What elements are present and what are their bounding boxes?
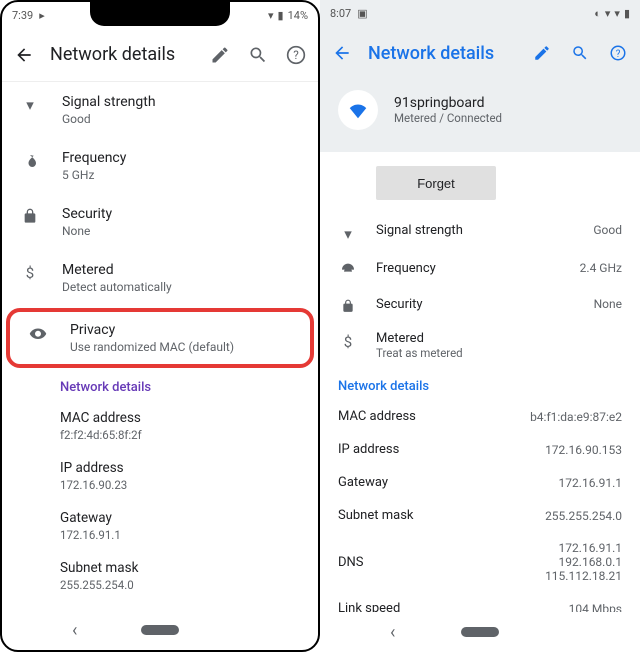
content-scroll[interactable]: ▾ Signal strengthGood Frequency5 GHz Sec…	[2, 82, 318, 610]
row-metered[interactable]: $ Metered Treat as metered	[320, 322, 640, 369]
status-time: 8:07	[330, 7, 351, 20]
row-gateway[interactable]: Gateway172.16.91.1	[2, 501, 318, 551]
network-banner: 91springboard Metered / Connected	[320, 80, 640, 152]
row-ip-address[interactable]: IP address172.16.90.23	[2, 451, 318, 501]
wifi-badge-icon	[338, 90, 378, 130]
row-frequency[interactable]: Frequency 2.4 GHz	[320, 252, 640, 288]
wifi-icon: ▾	[268, 9, 274, 22]
screenshot-icon: ▣	[357, 7, 367, 20]
row-mac-address[interactable]: MAC addressb4:f1:da:e9:87:e2	[320, 400, 640, 433]
forget-button[interactable]: Forget	[376, 166, 496, 200]
search-icon[interactable]	[248, 45, 268, 65]
nav-bar: ‹	[2, 610, 318, 650]
status-time: 7:39	[12, 9, 33, 22]
battery-icon: ▮	[278, 9, 284, 22]
page-title: Network details	[368, 43, 516, 64]
lock-icon	[20, 208, 40, 224]
back-icon[interactable]	[14, 45, 34, 65]
back-icon[interactable]	[332, 43, 352, 63]
frequency-icon	[20, 152, 40, 170]
row-gateway[interactable]: Gateway172.16.91.1	[320, 466, 640, 499]
wifi-icon: ▾	[614, 7, 620, 20]
header-bar: Network details ?	[320, 26, 640, 80]
svg-text:?: ?	[293, 48, 299, 62]
battery-percent: 14%	[288, 9, 308, 22]
section-network-details: Network details	[320, 369, 640, 400]
phone-left: 7:39 ▸ ▾ ▮ 14% Network details ? ▾ Signa…	[0, 0, 320, 652]
dollar-icon: $	[20, 264, 40, 282]
row-signal-strength[interactable]: ▾ Signal strength Good	[320, 214, 640, 252]
wifi-strength-icon: ▾	[20, 96, 40, 114]
page-title: Network details	[50, 44, 194, 65]
help-icon[interactable]: ?	[608, 43, 628, 63]
nav-back-icon[interactable]: ‹	[72, 620, 77, 641]
phone-right: 8:07 ▣ ◐ ▾ ▾ ▮ Network details ? 91sprin…	[320, 0, 640, 652]
battery-icon: ▮	[624, 7, 630, 20]
status-bar: 8:07 ▣ ◐ ▾ ▾ ▮	[320, 0, 640, 26]
sync-icon: ◐	[594, 7, 601, 20]
nav-home-pill[interactable]	[141, 625, 179, 635]
row-ip-address[interactable]: IP address172.16.90.153	[320, 433, 640, 466]
eye-icon	[28, 324, 48, 342]
network-ssid: 91springboard	[394, 95, 502, 111]
header-bar: Network details ?	[2, 28, 318, 82]
edit-icon[interactable]	[210, 45, 230, 65]
privacy-highlight: PrivacyUse randomized MAC (default)	[6, 308, 314, 368]
nav-bar: ‹	[320, 612, 640, 652]
nav-home-pill[interactable]	[461, 627, 499, 637]
help-icon[interactable]: ?	[286, 45, 306, 65]
content-scroll[interactable]: Forget ▾ Signal strength Good Frequency …	[320, 152, 640, 612]
row-mac-address[interactable]: MAC addressf2:f2:4d:65:8f:2f	[2, 401, 318, 451]
row-subnet-mask[interactable]: Subnet mask255.255.254.0	[2, 551, 318, 601]
svg-text:?: ?	[616, 49, 621, 60]
frequency-icon	[338, 263, 358, 279]
row-subnet-mask[interactable]: Subnet mask255.255.254.0	[320, 499, 640, 532]
signal-icon: ▾	[605, 7, 611, 20]
row-dns[interactable]: DNS172.16.91.1 192.168.0.1 115.112.18.21	[320, 532, 640, 592]
network-status: Metered / Connected	[394, 111, 502, 125]
row-signal-strength[interactable]: ▾ Signal strengthGood	[2, 82, 318, 138]
row-frequency[interactable]: Frequency5 GHz	[2, 138, 318, 194]
lock-icon	[338, 299, 358, 313]
youtube-icon: ▸	[39, 9, 45, 22]
dollar-icon: $	[338, 333, 358, 351]
edit-icon[interactable]	[532, 43, 552, 63]
row-security[interactable]: Security None	[320, 288, 640, 322]
row-metered[interactable]: $ MeteredDetect automatically	[2, 250, 318, 306]
row-privacy[interactable]: PrivacyUse randomized MAC (default)	[10, 316, 310, 360]
nav-back-icon[interactable]: ‹	[390, 622, 395, 643]
search-icon[interactable]	[570, 43, 590, 63]
row-security[interactable]: SecurityNone	[2, 194, 318, 250]
row-link-speed[interactable]: Link speed104 Mbps	[320, 592, 640, 612]
wifi-strength-icon: ▾	[338, 225, 358, 243]
display-notch	[90, 0, 230, 26]
section-network-details: Network details	[2, 370, 318, 401]
